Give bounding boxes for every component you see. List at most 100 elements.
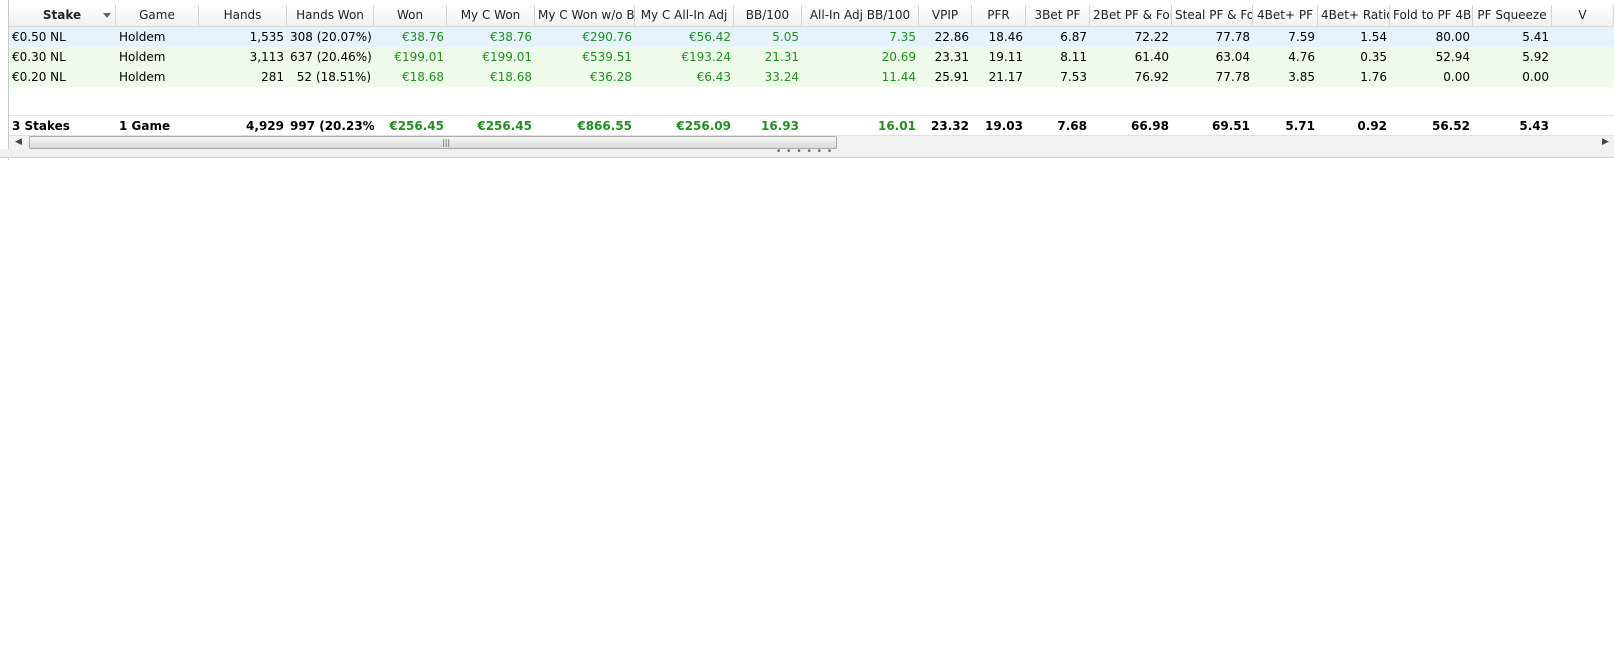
cell-my-c-all-in-adj: €6.43 [696,70,731,84]
cell-hands: 281 [261,70,284,84]
total-my-c-won-w-o-blind: €866.55 [577,119,632,133]
column-header-hands[interactable]: Hands [199,5,287,26]
cell-bb-100: 33.24 [764,70,799,84]
cell-steal-pf-fold: 77.78 [1215,30,1250,44]
column-header-pf-squeeze[interactable]: PF Squeeze [1473,5,1552,26]
cell-vpip: 23.31 [934,50,969,64]
scroll-right-icon[interactable]: ▶ [1599,137,1612,148]
header-row: Stake Game Hands Hands Won Won My C Won My C W… [9,5,1614,27]
total-4bet-pf: 5.71 [1285,119,1315,133]
cell-2bet-pf-fold: 61.40 [1134,50,1169,64]
cell-4bet-pf: 3.85 [1288,70,1315,84]
cell-my-c-won-w-o-blind: €36.28 [590,70,632,84]
scrollbar-thumb[interactable]: ||| [29,136,837,149]
column-header-my-c-won[interactable]: My C Won [447,5,535,26]
total-all-in-adj-bb-100: 16.01 [878,119,916,133]
total-2bet-pf-fold: 66.98 [1131,119,1169,133]
column-header-hands-won[interactable]: Hands Won [287,5,374,26]
column-header-my-c-won-w-o-blind[interactable]: My C Won w/o Blind [535,5,635,26]
cell-4bet-ratio: 0.35 [1360,50,1387,64]
table-row[interactable]: €0.50 NL Holdem 1,535 308 (20.07%) €38.76 €38… [9,27,1614,47]
cell-fold-to-pf-4bet: 80.00 [1435,30,1470,44]
cell-pfr: 19.11 [988,50,1023,64]
cell-stake: €0.50 NL [12,30,66,44]
cell-hands-won: 52 (18.51%) [296,70,371,84]
cell-4bet-pf: 4.76 [1288,50,1315,64]
cell-my-c-won: €38.76 [490,30,532,44]
total-bb-100: 16.93 [761,119,799,133]
cell-won: €18.68 [402,70,444,84]
grid-body: €0.50 NL Holdem 1,535 308 (20.07%) €38.76 €38… [9,27,1614,87]
total-stake: 3 Stakes [12,119,70,133]
cell-3bet-pf: 7.53 [1060,70,1087,84]
cell-3bet-pf: 6.87 [1060,30,1087,44]
column-header-fold-to-pf-4bet[interactable]: Fold to PF 4Bet+ [1390,5,1473,26]
sort-desc-icon[interactable] [103,13,111,18]
cell-hands: 1,535 [249,30,284,44]
cell-my-c-won-w-o-blind: €290.76 [582,30,632,44]
cell-won: €199.01 [394,50,444,64]
column-header-steal-pf-fold[interactable]: Steal PF & Fold [1172,5,1253,26]
cell-bb-100: 21.31 [764,50,799,64]
cell-2bet-pf-fold: 76.92 [1134,70,1169,84]
cell-game: Holdem [119,30,166,44]
column-header-v[interactable]: V [1552,5,1614,26]
column-header-stake[interactable]: Stake [9,5,116,26]
column-header-bb-100[interactable]: BB/100 [734,5,802,26]
cell-all-in-adj-bb-100: 7.35 [889,30,916,44]
pane-splitter[interactable]: • • • • • • [0,148,1614,158]
column-header-4bet-ratio[interactable]: 4Bet+ Ratio [1318,5,1390,26]
column-header-my-c-all-in-adj[interactable]: My C All-In Adj [635,5,734,26]
cell-steal-pf-fold: 77.78 [1215,70,1250,84]
cell-2bet-pf-fold: 72.22 [1134,30,1169,44]
cell-stake: €0.30 NL [12,50,66,64]
total-steal-pf-fold: 69.51 [1212,119,1250,133]
cell-pf-squeeze: 0.00 [1522,70,1549,84]
table-row[interactable]: €0.20 NL Holdem 281 52 (18.51%) €18.68 €18.68… [9,67,1614,87]
cell-my-c-won: €199.01 [482,50,532,64]
cell-4bet-pf: 7.59 [1288,30,1315,44]
column-header-pfr[interactable]: PFR [972,5,1026,26]
cell-fold-to-pf-4bet: 52.94 [1435,50,1470,64]
cell-3bet-pf: 8.11 [1060,50,1087,64]
cell-my-c-all-in-adj: €193.24 [681,50,731,64]
total-my-c-all-in-adj: €256.09 [676,119,731,133]
totals-row: 3 Stakes 1 Game 4,929 997 (20.23%) €256.45 €2… [9,115,1614,136]
cell-won: €38.76 [402,30,444,44]
cell-pfr: 18.46 [988,30,1023,44]
blank-row [9,87,1614,115]
cell-all-in-adj-bb-100: 11.44 [881,70,916,84]
scroll-left-icon[interactable]: ◀ [12,137,25,148]
stats-grid-frame: Stake Game Hands Hands Won Won My C Won My C W… [0,0,1614,160]
cell-all-in-adj-bb-100: 20.69 [881,50,916,64]
total-game: 1 Game [119,119,171,133]
cell-vpip: 25.91 [934,70,969,84]
cell-my-c-all-in-adj: €56.42 [689,30,731,44]
cell-pf-squeeze: 5.92 [1522,50,1549,64]
total-hands-won: 997 (20.23%) [290,119,374,133]
column-header-game[interactable]: Game [116,5,199,26]
cell-fold-to-pf-4bet: 0.00 [1443,70,1470,84]
cell-4bet-ratio: 1.54 [1360,30,1387,44]
table-row[interactable]: €0.30 NL Holdem 3,113 637 (20.46%) €199.01 €1… [9,47,1614,67]
column-header-2bet-pf-fold[interactable]: 2Bet PF & Fold [1090,5,1172,26]
total-my-c-won: €256.45 [477,119,532,133]
cell-game: Holdem [119,50,166,64]
column-header-all-in-adj-bb-100[interactable]: All-In Adj BB/100 [802,5,919,26]
cell-hands-won: 308 (20.07%) [290,30,372,44]
column-header-3bet-pf[interactable]: 3Bet PF [1026,5,1090,26]
cell-hands: 3,113 [249,50,284,64]
cell-my-c-won: €18.68 [490,70,532,84]
cell-pf-squeeze: 5.41 [1522,30,1549,44]
cell-bb-100: 5.05 [772,30,799,44]
cell-pfr: 21.17 [988,70,1023,84]
cell-4bet-ratio: 1.76 [1360,70,1387,84]
grip-icon: ||| [442,138,451,147]
stats-grid: Stake Game Hands Hands Won Won My C Won My C W… [9,5,1614,136]
column-header-won[interactable]: Won [374,5,447,26]
column-header-vpip[interactable]: VPIP [919,5,972,26]
total-hands: 4,929 [246,119,284,133]
cell-vpip: 22.86 [934,30,969,44]
total-pf-squeeze: 5.43 [1519,119,1549,133]
column-header-4bet-pf[interactable]: 4Bet+ PF [1253,5,1318,26]
